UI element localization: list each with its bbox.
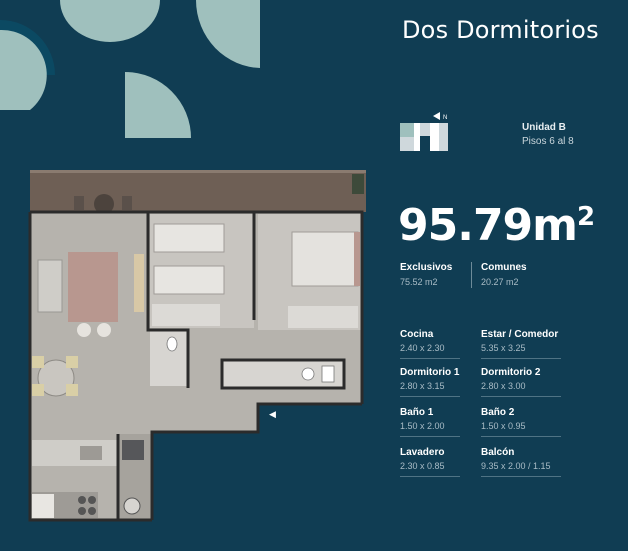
room-label: Baño 2: [481, 407, 515, 418]
floor-plan: [28, 170, 366, 522]
unit-name: Unidad B: [522, 122, 566, 133]
summary-divider: [471, 262, 472, 288]
exclusive-area-value: 75.52 m2: [400, 277, 438, 287]
toilet-1: [166, 336, 178, 352]
page-title: Dos Dormitorios: [402, 16, 599, 44]
tv-console: [134, 254, 144, 312]
room-label: Dormitorio 1: [400, 367, 460, 378]
closet-1: [152, 304, 220, 326]
deco-quarter-circle-bottom: [125, 72, 191, 138]
deco-half-circle-top: [60, 0, 160, 42]
room-value: 2.30 x 0.85: [400, 461, 445, 471]
room-label: Estar / Comedor: [481, 329, 559, 340]
room-label: Lavadero: [400, 447, 445, 458]
closet-2: [288, 306, 358, 328]
row-divider: [481, 436, 561, 437]
total-area-value: 95.79m: [398, 200, 578, 251]
common-area-value: 20.27 m2: [481, 277, 519, 287]
common-area-label: Comunes: [481, 262, 527, 273]
room-value: 2.80 x 3.15: [400, 381, 445, 391]
sofa: [37, 259, 63, 313]
room-value: 2.80 x 3.00: [481, 381, 526, 391]
deco-quarter-circle-right: [196, 0, 260, 68]
room-label: Cocina: [400, 329, 434, 340]
bed-2: [291, 231, 359, 287]
room-label: Baño 1: [400, 407, 434, 418]
row-divider: [400, 396, 460, 397]
unit-floors: Pisos 6 al 8: [522, 136, 574, 147]
bed-1a: [153, 223, 225, 253]
pouf: [97, 323, 111, 337]
room-value: 2.40 x 2.30: [400, 343, 445, 353]
total-area-unit-sup: 2: [577, 202, 595, 232]
washer: [122, 440, 144, 460]
sink: [80, 446, 102, 460]
total-area: 95.79m2: [398, 200, 595, 251]
washer-drum: [123, 497, 141, 515]
vanity: [321, 365, 335, 383]
room-value: 1.50 x 2.00: [400, 421, 445, 431]
north-label: N: [443, 115, 447, 121]
row-divider: [481, 396, 561, 397]
room-label: Dormitorio 2: [481, 367, 541, 378]
north-arrow-icon: N: [433, 112, 447, 121]
row-divider: [481, 358, 561, 359]
decorative-shapes: [0, 0, 260, 138]
row-divider: [400, 476, 460, 477]
row-divider: [481, 476, 561, 477]
room-value: 9.35 x 2.00 / 1.15: [481, 461, 551, 471]
room-label: Balcón: [481, 447, 515, 458]
entrance-arrow-icon: ◀: [269, 409, 276, 419]
living-rug: [68, 252, 118, 322]
row-divider: [400, 436, 460, 437]
toilet-2: [301, 367, 315, 381]
room-value: 1.50 x 0.95: [481, 421, 526, 431]
row-divider: [400, 358, 460, 359]
bed-2-headboard: [354, 232, 360, 286]
unit-location-map: N: [400, 112, 448, 151]
room-value: 5.35 x 3.25: [481, 343, 526, 353]
exclusive-area-label: Exclusivos: [400, 262, 453, 273]
fridge: [32, 494, 54, 518]
bed-1b: [153, 265, 225, 295]
pouf: [77, 323, 91, 337]
